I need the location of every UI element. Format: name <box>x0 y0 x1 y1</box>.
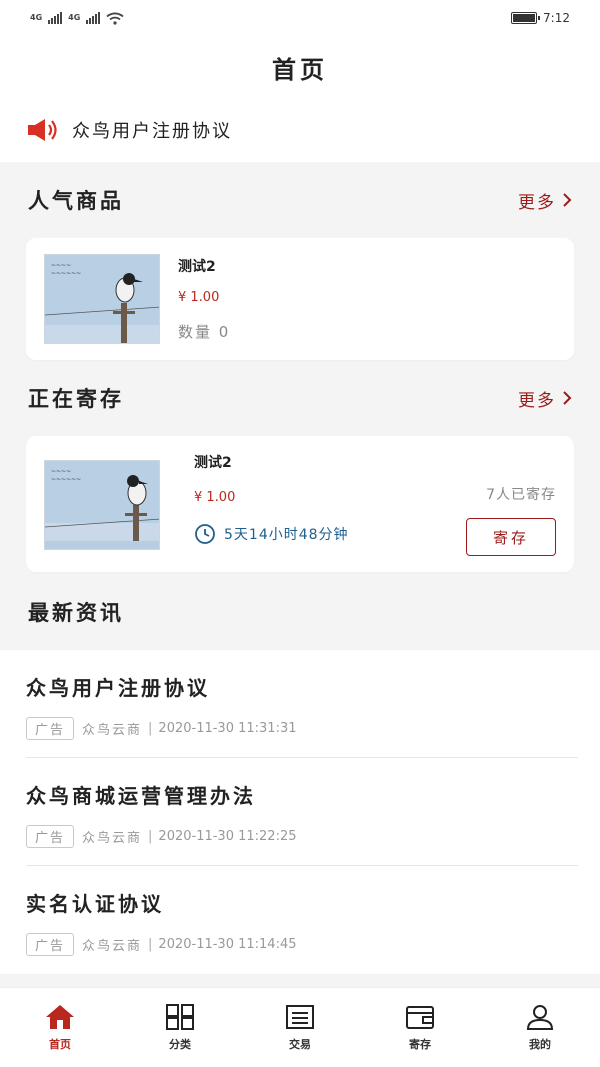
clock: 7:12 <box>543 11 570 25</box>
separator: | <box>148 829 153 844</box>
svg-text:~~~~~~: ~~~~~~ <box>51 476 81 483</box>
news-time: 2020-11-30 11:31:31 <box>158 721 297 736</box>
clock-icon <box>195 524 215 544</box>
news-source: 众鸟云商 <box>82 723 143 738</box>
grid-icon <box>166 1003 194 1030</box>
title-bar: 首页 <box>0 36 600 98</box>
news-title: 实名认证协议 <box>26 892 164 916</box>
store-button[interactable]: 寄存 <box>466 518 556 556</box>
nav-mine[interactable]: 我的 <box>500 1004 580 1052</box>
bottom-nav: 首页 分类 交易 寄存 我的 <box>0 987 600 1067</box>
home-icon <box>46 1004 74 1029</box>
product-price: ¥ 1.00 <box>194 490 236 505</box>
storage-left: 测试2 ¥ 1.00 5天14小时48分钟 <box>194 455 349 556</box>
wifi-icon <box>106 12 124 25</box>
signal-icon <box>86 12 101 24</box>
news-item[interactable]: 众鸟用户注册协议 广告 众鸟云商 | 2020-11-30 11:31:31 <box>26 650 578 758</box>
top-area: 4G 4G 7:12 首页 众鸟用户注册协议 <box>0 0 600 162</box>
news-meta: 广告 众鸟云商 | 2020-11-30 11:22:25 <box>26 825 578 848</box>
user-icon <box>526 1004 554 1030</box>
news-list: 众鸟用户注册协议 广告 众鸟云商 | 2020-11-30 11:31:31 众… <box>0 650 600 974</box>
news-meta: 广告 众鸟云商 | 2020-11-30 11:14:45 <box>26 933 578 956</box>
storage-card[interactable]: ~~~~ ~~~~~~ 测试2 ¥ 1.00 5天14小时48分钟 7人已寄存 … <box>26 436 574 572</box>
news-time: 2020-11-30 11:22:25 <box>158 829 297 844</box>
nav-label: 我的 <box>529 1037 551 1051</box>
chevron-right-icon <box>563 391 572 405</box>
nav-trade[interactable]: 交易 <box>260 1004 340 1052</box>
status-bar: 4G 4G 7:12 <box>0 0 600 36</box>
product-quantity: 数量 0 <box>178 323 231 341</box>
svg-text:~~~~: ~~~~ <box>51 262 71 269</box>
nav-storage[interactable]: 寄存 <box>380 1004 460 1052</box>
more-label: 更多 <box>518 390 556 411</box>
product-info: 测试2 ¥ 1.00 数量 0 <box>178 254 230 344</box>
page-title: 首页 <box>272 55 328 84</box>
hot-products-more-link[interactable]: 更多 <box>518 188 572 213</box>
section-title: 人气商品 <box>28 189 124 213</box>
product-name: 测试2 <box>178 259 216 275</box>
storage-count: 7人已寄存 <box>486 487 556 503</box>
storage-more-link[interactable]: 更多 <box>518 386 572 411</box>
product-price: ¥ 1.00 <box>178 290 220 305</box>
news-meta: 广告 众鸟云商 | 2020-11-30 11:31:31 <box>26 717 578 740</box>
notice-text[interactable]: 众鸟用户注册协议 <box>72 117 232 143</box>
notice-bar[interactable]: 众鸟用户注册协议 <box>0 98 600 162</box>
news-header: 最新资讯 <box>0 574 600 650</box>
more-label: 更多 <box>518 192 556 213</box>
nav-label: 分类 <box>169 1037 191 1051</box>
svg-text:~~~~: ~~~~ <box>51 468 71 475</box>
nav-label: 寄存 <box>409 1037 431 1051</box>
chevron-right-icon <box>563 193 572 207</box>
separator: | <box>148 721 153 736</box>
product-thumbnail: ~~~~ ~~~~~~ <box>44 460 160 550</box>
nav-label: 交易 <box>289 1037 311 1051</box>
storage-header: 正在寄存 更多 <box>0 360 600 436</box>
network-label: 4G <box>30 13 43 22</box>
news-tag: 广告 <box>26 933 75 956</box>
storage-info: 测试2 ¥ 1.00 5天14小时48分钟 7人已寄存 寄存 <box>194 455 556 556</box>
news-tag: 广告 <box>26 717 75 740</box>
news-item[interactable]: 实名认证协议 广告 众鸟云商 | 2020-11-30 11:14:45 <box>26 866 578 974</box>
nav-home[interactable]: 首页 <box>20 1004 100 1052</box>
status-signals: 4G 4G <box>30 12 124 25</box>
wallet-icon <box>406 1005 434 1029</box>
nav-label: 首页 <box>49 1037 71 1051</box>
countdown-text: 5天14小时48分钟 <box>224 527 349 543</box>
news-title: 众鸟商城运营管理办法 <box>26 784 256 808</box>
news-item[interactable]: 众鸟商城运营管理办法 广告 众鸟云商 | 2020-11-30 11:22:25 <box>26 758 578 866</box>
signal-icon <box>48 12 63 24</box>
news-source: 众鸟云商 <box>82 939 143 954</box>
status-right: 7:12 <box>511 11 570 25</box>
section-title: 正在寄存 <box>28 387 124 411</box>
news-source: 众鸟云商 <box>82 831 143 846</box>
product-thumbnail: ~~~~ ~~~~~~ <box>44 254 160 344</box>
news-tag: 广告 <box>26 825 75 848</box>
list-icon <box>286 1004 314 1029</box>
speaker-icon <box>28 119 57 141</box>
battery-icon <box>511 12 541 24</box>
separator: | <box>148 937 153 952</box>
countdown: 5天14小时48分钟 <box>194 523 349 545</box>
hot-product-card[interactable]: ~~~~ ~~~~~~ 测试2 ¥ 1.00 数量 0 <box>26 238 574 360</box>
news-title: 众鸟用户注册协议 <box>26 676 210 700</box>
section-title: 最新资讯 <box>28 601 124 625</box>
svg-text:~~~~~~: ~~~~~~ <box>51 270 81 277</box>
product-name: 测试2 <box>194 455 232 471</box>
network-label: 4G <box>68 13 81 22</box>
nav-category[interactable]: 分类 <box>140 1003 220 1052</box>
hot-products-header: 人气商品 更多 <box>0 162 600 238</box>
storage-right: 7人已寄存 寄存 <box>466 464 556 556</box>
news-time: 2020-11-30 11:14:45 <box>158 937 297 952</box>
